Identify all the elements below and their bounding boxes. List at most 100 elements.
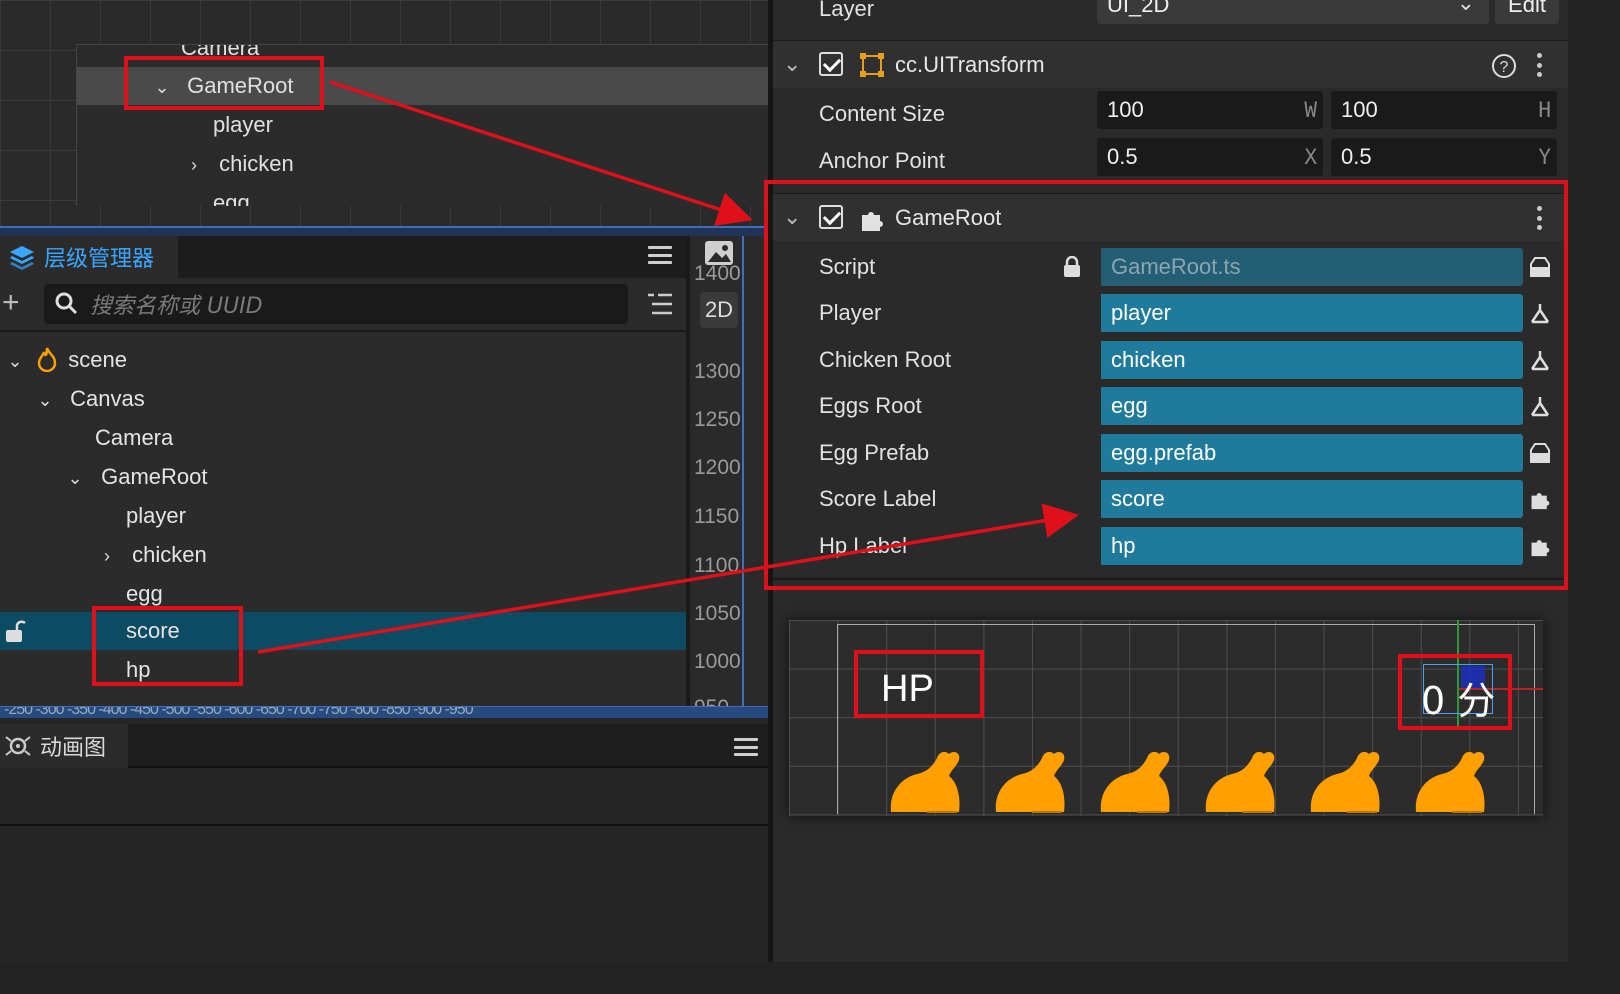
ruler-tick: 1250 xyxy=(694,408,741,431)
uitransform-enabled-checkbox[interactable] xyxy=(819,52,843,76)
anchor-point-row: Anchor Point 0.5 X 0.5 Y xyxy=(773,138,1568,184)
ruler-tick: 1000 xyxy=(694,650,741,673)
ruler-tick: 1150 xyxy=(694,505,740,528)
mini-tree-row[interactable]: egg xyxy=(77,184,770,206)
bottom-ruler: -250 -300 -350 -400 -450 -500 -550 -600 … xyxy=(0,706,770,718)
ruler-tick: 1200 xyxy=(694,456,741,479)
mini-tree-label: egg xyxy=(213,190,250,206)
chevron-right-icon[interactable]: › xyxy=(96,537,118,575)
x-suffix: X xyxy=(1304,145,1317,169)
tab-hierarchy-label: 层级管理器 xyxy=(44,247,155,272)
anchor-point-label: Anchor Point xyxy=(819,148,945,173)
animation-menu-icon[interactable] xyxy=(734,738,758,756)
tree-label: scene xyxy=(68,347,127,372)
tree-label: chicken xyxy=(132,542,207,567)
chevron-down-icon[interactable]: ⌄ xyxy=(64,459,86,497)
tree-label: Canvas xyxy=(70,386,145,411)
divider xyxy=(0,330,686,332)
add-node-icon[interactable]: + xyxy=(2,288,20,318)
tree-row-gameroot[interactable]: ⌄ GameRoot xyxy=(0,458,686,496)
annotation-box-score-preview xyxy=(1398,654,1512,730)
sort-list-icon[interactable] xyxy=(646,292,674,316)
content-size-h-input[interactable]: 100 H xyxy=(1331,91,1557,129)
tree-label: GameRoot xyxy=(101,464,208,489)
chevron-down-icon[interactable]: ⌄ xyxy=(4,342,26,380)
animation-graph-icon xyxy=(5,736,31,756)
content-size-h-value: 100 xyxy=(1341,97,1378,122)
help-icon[interactable]: ? xyxy=(1491,53,1517,79)
chicken-sprite xyxy=(1310,751,1380,813)
unlock-icon[interactable] xyxy=(4,619,26,643)
animation-panel: 动画图 xyxy=(0,718,770,962)
annotation-box-gameroot xyxy=(124,56,324,110)
tree-row-scene[interactable]: ⌄ scene xyxy=(0,341,686,379)
scene-selection-bar xyxy=(0,226,770,236)
anchor-x-value: 0.5 xyxy=(1107,144,1138,169)
search-icon xyxy=(55,292,78,315)
2d-mode-button[interactable]: 2D xyxy=(700,292,738,328)
hierarchy-tabbar: 层级管理器 xyxy=(0,236,686,278)
tree-row-chicken[interactable]: › chicken xyxy=(0,536,686,574)
annotation-box-hp-preview xyxy=(854,650,984,718)
chicken-sprite xyxy=(890,751,960,813)
tab-hierarchy[interactable]: 层级管理器 xyxy=(0,236,178,278)
mini-tree-label: player xyxy=(213,112,273,137)
animation-tabbar: 动画图 xyxy=(0,724,770,768)
tree-row-canvas[interactable]: ⌄ Canvas xyxy=(0,380,686,418)
tree-label: egg xyxy=(126,581,163,606)
mini-tree-row[interactable]: player xyxy=(77,106,770,144)
search-placeholder: 搜索名称或 UUID xyxy=(90,294,263,319)
chicken-sprite xyxy=(1100,751,1170,813)
ruler-tick: 1300 xyxy=(694,360,741,383)
divider xyxy=(0,824,770,826)
hierarchy-menu-icon[interactable] xyxy=(648,246,672,264)
content-size-w-value: 100 xyxy=(1107,97,1144,122)
layer-select[interactable]: UI_2D ⌄ xyxy=(1097,0,1489,24)
content-size-w-input[interactable]: 100 W xyxy=(1097,91,1323,129)
chevron-down-icon[interactable]: ⌄ xyxy=(34,381,56,419)
ruler-tick: 1050 xyxy=(694,602,741,625)
y-suffix: Y xyxy=(1538,145,1551,169)
uitransform-title: cc.UITransform xyxy=(895,52,1045,77)
chevron-down-icon: ⌄ xyxy=(1456,0,1475,15)
uitransform-icon xyxy=(860,53,884,77)
more-options-icon[interactable] xyxy=(1537,53,1543,77)
layer-row: Layer UI_2D ⌄ Edit xyxy=(773,0,1568,32)
scene-view-top[interactable]: Camera ⌄ GameRoot player › chicken egg xyxy=(0,0,770,230)
content-size-row: Content Size 100 W 100 H xyxy=(773,91,1568,137)
hierarchy-search-row: + 搜索名称或 UUID xyxy=(0,280,686,328)
ruler-tick: 1400 xyxy=(694,262,741,285)
anchor-y-value: 0.5 xyxy=(1341,144,1372,169)
ruler-tick: 1100 xyxy=(694,554,740,577)
anchor-y-input[interactable]: 0.5 Y xyxy=(1331,138,1557,176)
layers-icon xyxy=(10,246,34,270)
tree-row-camera[interactable]: Camera xyxy=(0,419,686,457)
content-size-label: Content Size xyxy=(819,101,945,126)
annotation-box-score-hp xyxy=(92,606,243,686)
svg-text:?: ? xyxy=(1500,59,1509,76)
bottom-ruler-ticks: -250 -300 -350 -400 -450 -500 -550 -600 … xyxy=(4,706,474,718)
layer-label: Layer xyxy=(819,0,875,21)
tree-label: player xyxy=(126,503,186,528)
chevron-right-icon[interactable]: › xyxy=(183,146,205,184)
tree-row-player[interactable]: player xyxy=(0,497,686,535)
w-suffix: W xyxy=(1304,98,1317,122)
scene-flame-icon xyxy=(37,347,57,373)
ruler-edge xyxy=(742,236,744,716)
chevron-down-icon[interactable]: ⌄ xyxy=(783,51,801,77)
mini-tree-label: chicken xyxy=(219,151,294,176)
uitransform-header[interactable]: ⌄ cc.UITransform ? xyxy=(773,40,1568,88)
chicken-sprite xyxy=(995,751,1065,813)
anchor-x-input[interactable]: 0.5 X xyxy=(1097,138,1323,176)
tab-animation[interactable]: 动画图 xyxy=(0,724,128,768)
chicken-sprite xyxy=(1205,751,1275,813)
layer-value: UI_2D xyxy=(1107,0,1170,17)
tree-label: Camera xyxy=(95,425,174,450)
h-suffix: H xyxy=(1538,98,1551,122)
annotation-box-gameroot-component xyxy=(764,180,1568,590)
mini-tree-row[interactable]: › chicken xyxy=(77,145,770,183)
search-input[interactable]: 搜索名称或 UUID xyxy=(44,284,628,324)
chicken-sprite xyxy=(1415,751,1485,813)
scene-ruler: 1400 2D 1300 1250 1200 1150 1100 1050 10… xyxy=(686,236,770,716)
edit-layer-button[interactable]: Edit xyxy=(1495,0,1559,24)
